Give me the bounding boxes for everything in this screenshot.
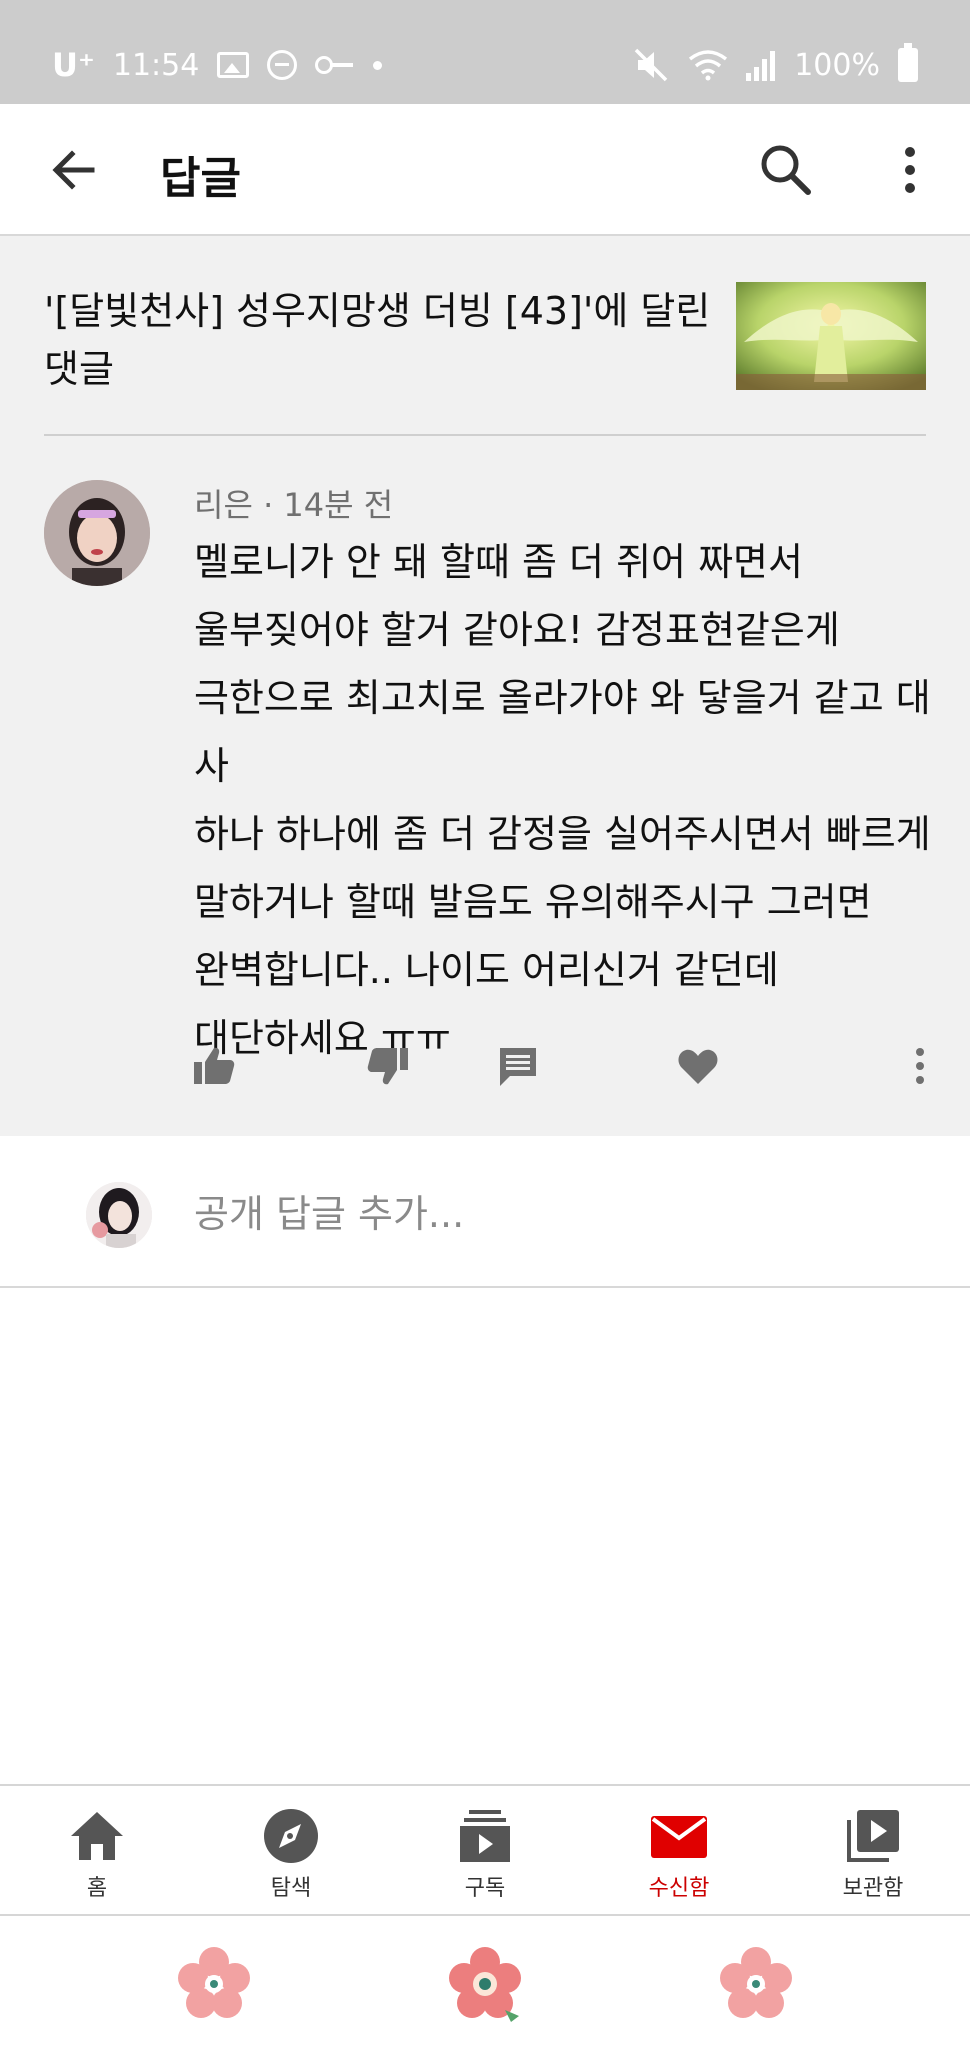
back-flower-icon[interactable] — [714, 1942, 798, 2026]
comment-more-button[interactable] — [890, 1036, 950, 1096]
video-thumbnail[interactable] — [736, 282, 926, 390]
status-right: 100% — [634, 40, 918, 90]
nav-item-home[interactable]: 홈 — [0, 1786, 194, 1916]
page-title: 답글 — [160, 153, 241, 204]
nav-label-subscriptions: 구독 — [464, 1876, 506, 1901]
clock: 11:54 — [112, 47, 200, 83]
signal-icon — [746, 51, 776, 81]
comment-thread: '[달빛천사] 성우지망생 더빙 [43]'에 달린 댓글 리은 · 14분 전… — [0, 236, 970, 1136]
library-icon — [847, 1810, 899, 1862]
commenter-avatar[interactable] — [44, 480, 150, 586]
status-left: U⁺ 11:54 — [52, 40, 383, 90]
wifi-icon — [689, 50, 728, 81]
reply-input[interactable] — [194, 1176, 894, 1252]
nav-item-inbox[interactable]: 수신함 — [582, 1786, 776, 1916]
nav-label-home: 홈 — [86, 1876, 108, 1901]
recent-apps-flower-icon[interactable] — [172, 1942, 256, 2026]
reply-composer — [0, 1136, 970, 1288]
nav-item-explore[interactable]: 탐색 — [194, 1786, 388, 1916]
explore-icon — [264, 1809, 318, 1863]
like-button[interactable] — [184, 1036, 244, 1096]
heart-icon — [678, 1049, 718, 1084]
nav-item-subscriptions[interactable]: 구독 — [388, 1786, 582, 1916]
back-button[interactable] — [44, 140, 104, 200]
thumbs-up-icon — [194, 1047, 235, 1084]
nav-item-library[interactable]: 보관함 — [776, 1786, 970, 1916]
nav-label-inbox: 수신함 — [648, 1876, 710, 1901]
key-icon — [315, 55, 355, 75]
inbox-icon — [651, 1816, 707, 1858]
comment-text: 멜로니가 안 돼 할때 좀 더 쥐어 짜면서 울부짖어야 할거 같아요! 감정표… — [194, 540, 931, 1060]
more-vertical-icon — [905, 147, 915, 193]
home-icon — [71, 1812, 123, 1860]
home-flower-icon[interactable] — [443, 1942, 527, 2026]
nav-label-library: 보관함 — [842, 1876, 904, 1901]
user-avatar-image — [86, 1182, 152, 1248]
video-reference[interactable]: '[달빛천사] 성우지망생 더빙 [43]'에 달린 댓글 — [44, 282, 724, 398]
carrier-label: U⁺ — [52, 46, 95, 84]
subscriptions-icon — [460, 1810, 510, 1862]
comment-meta: 리은 · 14분 전 — [194, 480, 393, 526]
system-navigation — [0, 1916, 970, 2048]
heart-button[interactable] — [668, 1036, 728, 1096]
do-not-disturb-icon — [267, 50, 298, 80]
battery-percent: 100% — [794, 47, 880, 83]
comment-author[interactable]: 리은 — [194, 486, 253, 524]
search-button[interactable] — [756, 140, 816, 200]
notification-dot-icon — [373, 60, 383, 70]
bottom-navigation: 홈 탐색 구독 수신함 보관함 — [0, 1784, 970, 1916]
battery-icon — [898, 43, 918, 82]
comment-actions — [0, 1036, 970, 1116]
app-bar: 답글 — [0, 104, 970, 236]
back-arrow-icon — [52, 150, 95, 190]
mute-icon — [634, 48, 668, 82]
comment-icon — [500, 1048, 536, 1086]
status-bar: U⁺ 11:54 100% — [0, 0, 970, 104]
gallery-icon — [217, 52, 250, 78]
commenter-avatar-image — [44, 480, 150, 586]
nav-label-explore: 탐색 — [270, 1876, 312, 1901]
search-icon — [761, 145, 811, 195]
divider — [44, 434, 926, 436]
user-avatar — [86, 1182, 152, 1248]
reply-button[interactable] — [488, 1036, 548, 1096]
meta-separator: · — [252, 486, 284, 524]
dislike-button[interactable] — [358, 1036, 418, 1096]
comment-time: 14분 전 — [283, 486, 394, 524]
more-vertical-icon — [916, 1048, 924, 1084]
more-options-button[interactable] — [880, 140, 940, 200]
thumbs-down-icon — [367, 1048, 408, 1085]
video-thumbnail-image — [736, 282, 926, 390]
